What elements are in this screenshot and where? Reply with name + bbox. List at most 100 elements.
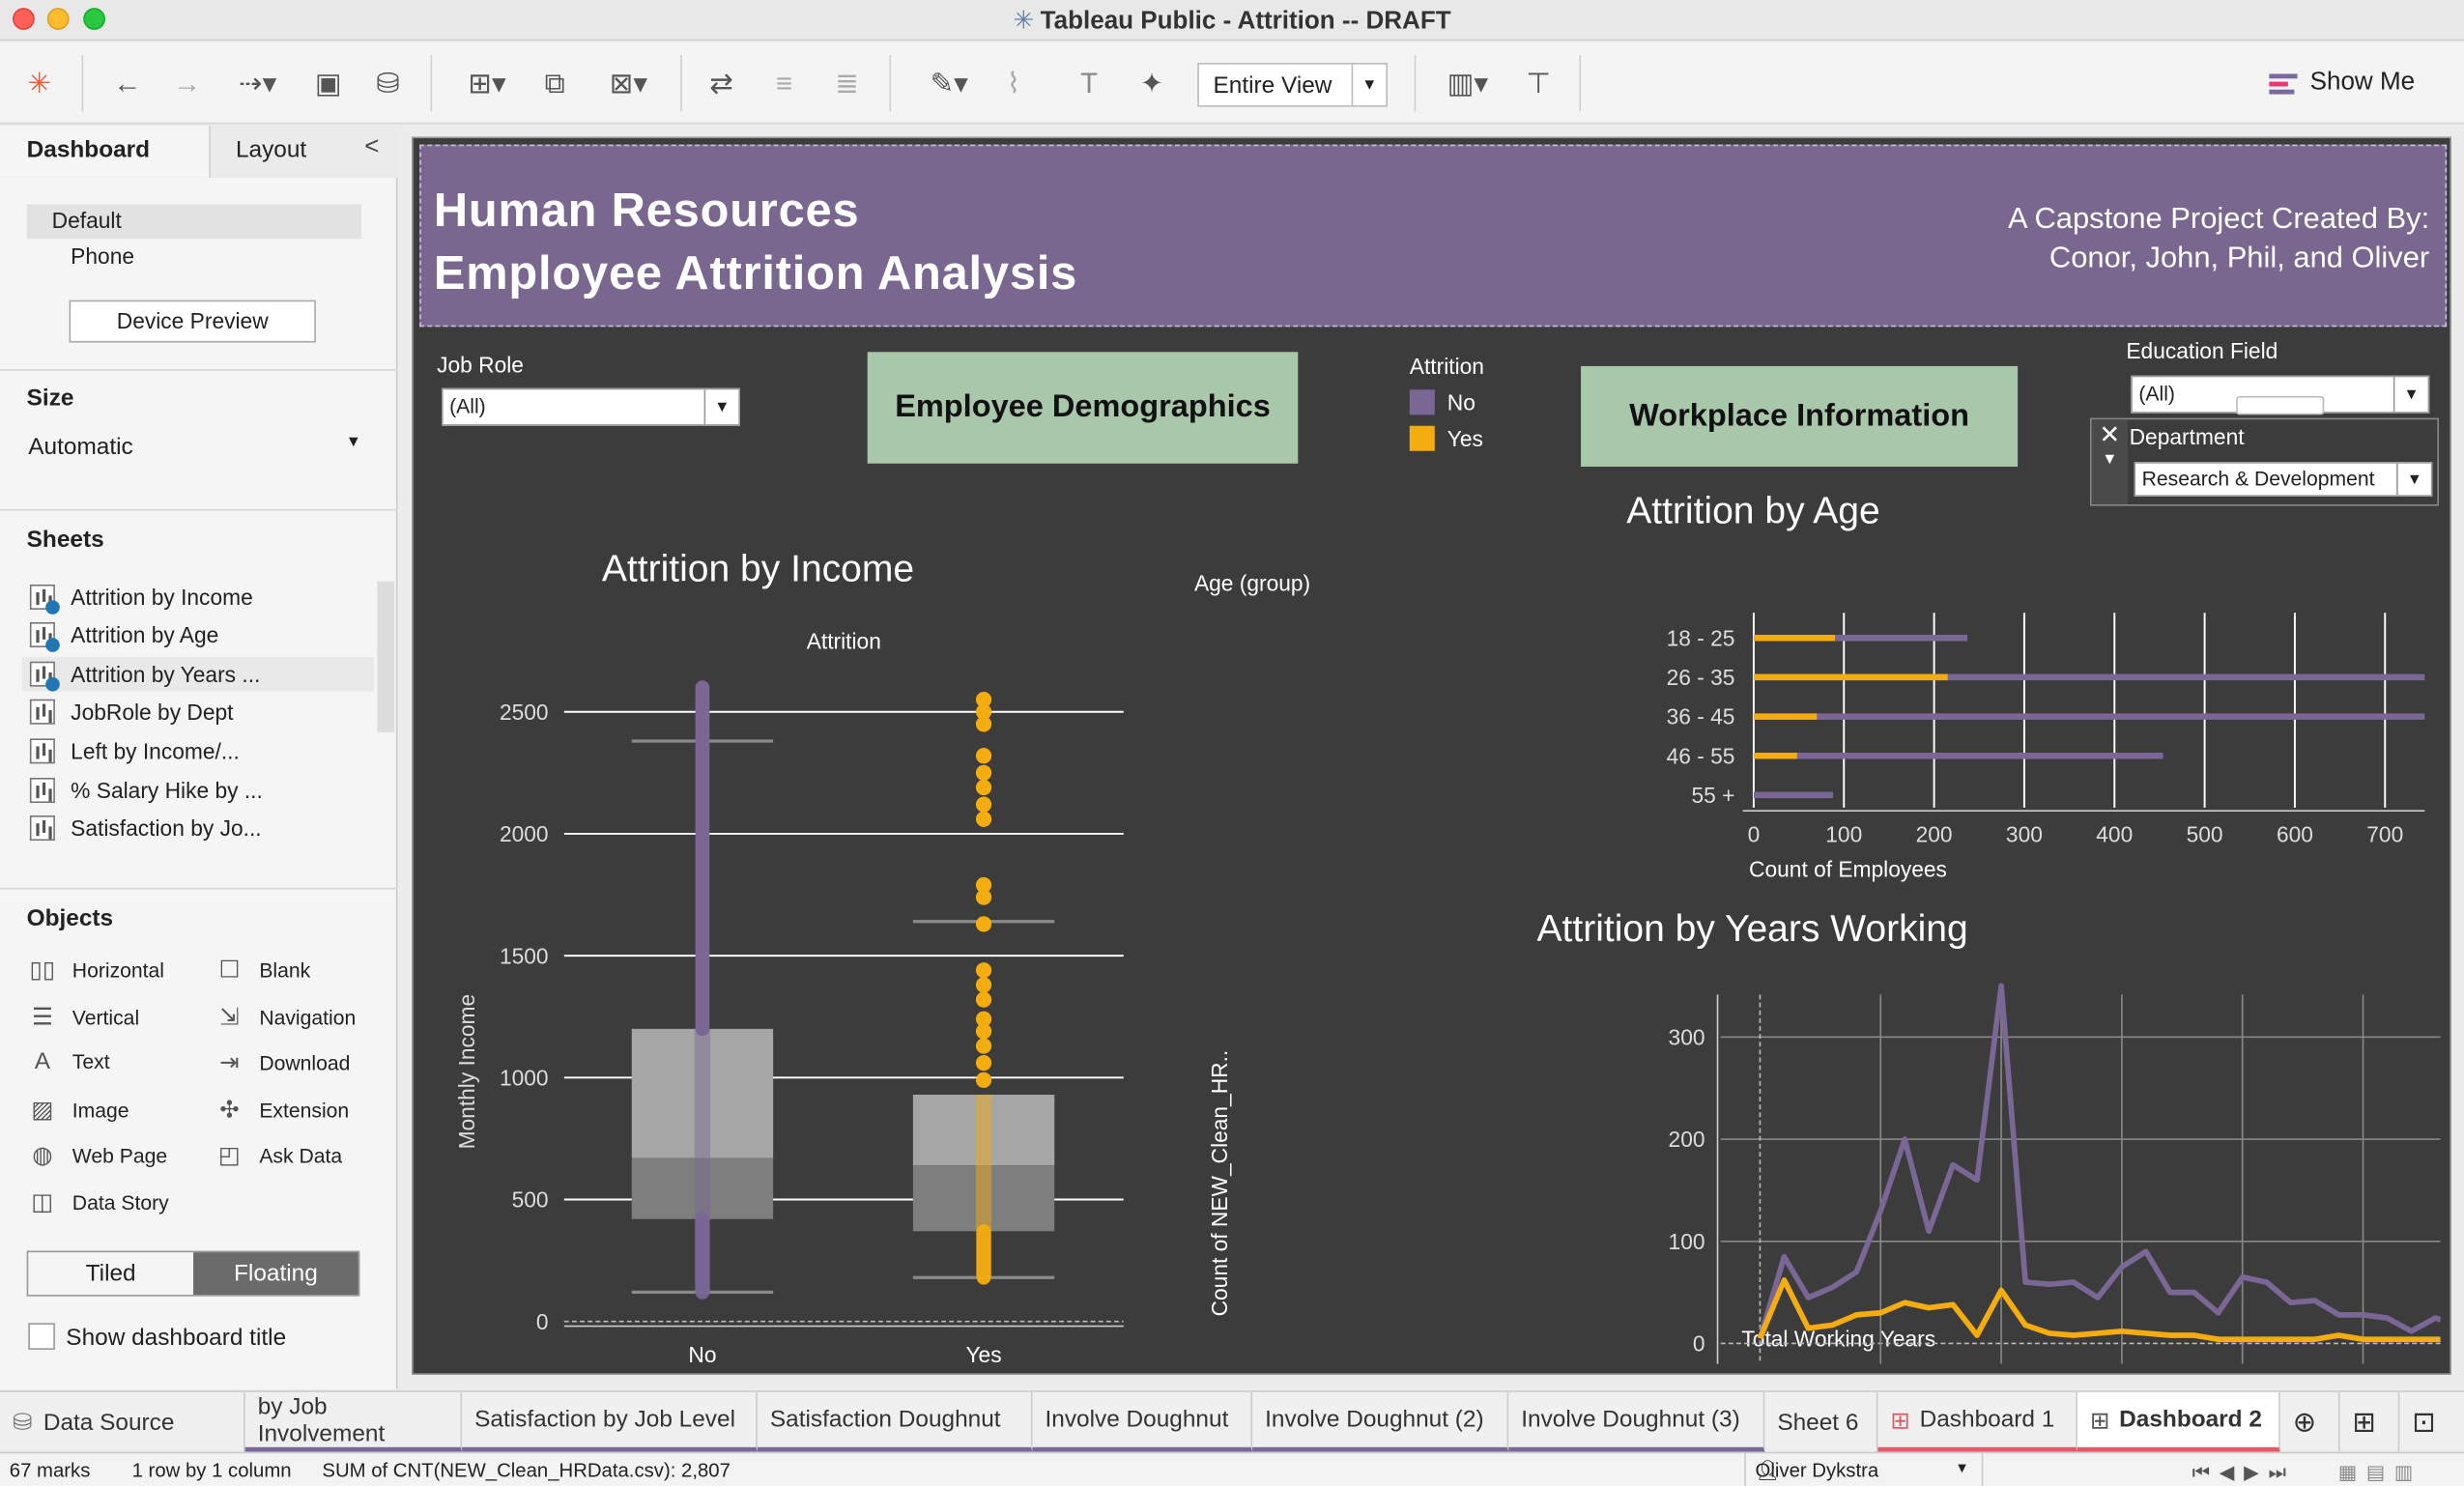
collapse-panel-icon[interactable]: < <box>364 133 379 161</box>
sheet-item[interactable]: % Salary Hike by ... <box>29 773 263 808</box>
device-preview-button[interactable]: Device Preview <box>69 300 316 343</box>
save-icon[interactable]: ▣ <box>308 65 349 102</box>
tab-data-source[interactable]: ⛁ Data Source <box>0 1391 245 1452</box>
object-extension[interactable]: ✣ Extension <box>215 1096 349 1124</box>
fit-view-dropdown[interactable]: Entire View ▼ <box>1197 63 1389 107</box>
years-line-chart[interactable]: Count of NEW_Clean_HR.. Total Working Ye… <box>1184 963 2441 1364</box>
tab-sheet[interactable]: Involve Doughnut (3) <box>1508 1391 1765 1452</box>
sheet-item[interactable]: Attrition by Income <box>29 580 253 614</box>
duplicate-sheet-icon[interactable]: ⧉ <box>534 65 575 102</box>
object-ask-data[interactable]: ◰ Ask Data <box>215 1141 342 1169</box>
view-mode-icon[interactable]: ▦▤▥ <box>2338 1460 2422 1483</box>
object-blank[interactable]: ☐ Blank <box>215 956 310 984</box>
text-icon: A <box>34 1047 51 1075</box>
device-phone[interactable]: Phone <box>71 243 134 269</box>
object-data-story[interactable]: ◫ Data Story <box>28 1187 168 1216</box>
tab-sheet[interactable]: Involve Doughnut <box>1032 1391 1253 1452</box>
new-worksheet-icon[interactable]: ⊕ <box>2280 1391 2340 1452</box>
job-role-filter[interactable]: (All) ▼ <box>441 387 740 426</box>
sort-ascending-icon[interactable]: ≡ <box>763 65 804 102</box>
years-y-label: Count of NEW_Clean_HR.. <box>1207 1050 1232 1317</box>
tab-sheet[interactable]: by Job Involvement <box>244 1391 463 1452</box>
income-y-tick: 0 <box>536 1309 549 1334</box>
show-labels-icon[interactable]: T <box>1069 65 1109 102</box>
size-title: Size <box>26 385 74 413</box>
object-navigation[interactable]: ⇲ Navigation <box>215 1003 356 1031</box>
new-datasource-icon[interactable]: ⛁ <box>368 65 409 102</box>
worksheet-icon <box>29 699 55 725</box>
replay-icon[interactable]: ⇢▾ <box>226 65 289 102</box>
clear-sheet-icon[interactable]: ⊠▾ <box>594 65 664 102</box>
sort-descending-icon[interactable]: ≣ <box>826 65 867 102</box>
legend-item-yes[interactable]: Yes <box>1409 425 1484 451</box>
vertical-container-icon: ☰ <box>31 1004 53 1031</box>
show-me-button[interactable]: Show Me <box>2269 70 2415 98</box>
object-vertical[interactable]: ☰ Vertical <box>28 1003 139 1031</box>
object-web-page[interactable]: ◍ Web Page <box>28 1141 167 1169</box>
tab-dashboard-1[interactable]: ⊞ Dashboard 1 <box>1877 1391 2077 1452</box>
size-dropdown[interactable]: Automatic <box>28 434 132 461</box>
sheet-item[interactable]: Attrition by Years ... <box>21 656 375 692</box>
sheet-item[interactable]: Attrition by Age <box>29 617 218 652</box>
sheet-item[interactable]: JobRole by Dept <box>29 695 234 729</box>
new-worksheet-icon[interactable]: ⊞▾ <box>452 65 522 102</box>
sheet-tabs: ⛁ Data Source by Job Involvement Satisfac… <box>0 1390 2464 1452</box>
nav-employee-demographics-button[interactable]: Employee Demographics <box>867 352 1299 464</box>
group-members-icon[interactable]: ⌇ <box>993 65 1034 102</box>
chevron-down-icon[interactable]: ▼ <box>2092 451 2128 469</box>
sheet-item[interactable]: Left by Income/... <box>29 733 240 768</box>
show-cards-icon[interactable]: ▥▾ <box>1433 65 1503 102</box>
presentation-mode-icon[interactable]: ⊤ <box>1518 65 1559 102</box>
income-outlier-point <box>975 889 992 905</box>
tab-sheet[interactable]: Sheet 6 <box>1764 1391 1878 1452</box>
income-points-in-box <box>975 1094 992 1278</box>
income-outlier-point <box>975 916 992 932</box>
highlight-icon[interactable]: ✎▾ <box>918 65 981 102</box>
sheet-item[interactable]: Satisfaction by Jo... <box>29 811 262 845</box>
income-box-plot[interactable]: Attrition Monthly Income 0 500 1000 1500 200… <box>414 610 1152 1372</box>
income-outlier-point <box>975 796 992 813</box>
drag-handle[interactable] <box>2236 395 2325 415</box>
undo-icon[interactable]: ← <box>107 65 148 102</box>
department-filter[interactable]: Research & Development ▼ <box>2134 462 2433 497</box>
tab-dashboard-2[interactable]: ⊞ Dashboard 2 <box>2077 1391 2280 1452</box>
age-x-label: Count of Employees <box>1749 856 1947 881</box>
age-bar-chart[interactable]: Age (group) Count of Employees 0 100 200 30… <box>1184 555 2425 893</box>
tiled-button[interactable]: Tiled <box>28 1252 193 1295</box>
tab-sheet[interactable]: Satisfaction Doughnut <box>757 1391 1033 1452</box>
income-chart-title: Attrition by Income <box>601 548 915 591</box>
pin-icon[interactable]: ✦ <box>1132 65 1172 102</box>
filter-controls: ✕ ▼ <box>2091 419 2128 505</box>
tableau-logo-icon[interactable]: ✳ <box>19 65 60 102</box>
new-story-icon[interactable]: ⊡ <box>2399 1392 2464 1452</box>
new-dashboard-icon[interactable]: ⊞ <box>2340 1391 2400 1452</box>
floating-button[interactable]: Floating <box>193 1252 358 1296</box>
size-chevron-down-icon[interactable]: ▼ <box>346 434 361 451</box>
sheets-scrollbar[interactable] <box>377 581 395 732</box>
income-outlier-point <box>975 1055 992 1072</box>
tab-sheet[interactable]: Satisfaction by Job Level <box>462 1391 758 1452</box>
extension-icon: ✣ <box>219 1097 240 1124</box>
device-default[interactable]: Default <box>26 204 362 240</box>
income-outlier-point <box>975 811 992 827</box>
user-menu[interactable]: 👤︎ Oliver Dykstra ▼ <box>1744 1453 1984 1486</box>
close-icon[interactable]: ✕ <box>2092 419 2128 451</box>
object-horizontal[interactable]: ▯▯ Horizontal <box>28 956 164 984</box>
swap-icon[interactable]: ⇄ <box>701 65 741 102</box>
object-text[interactable]: A Text <box>28 1047 110 1075</box>
show-dashboard-title-checkbox[interactable] <box>28 1323 55 1350</box>
ask-data-icon: ◰ <box>217 1142 241 1169</box>
age-y-tick: 46 - 55 <box>1667 743 1735 768</box>
redo-icon[interactable]: → <box>166 65 207 102</box>
nav-workplace-information-button[interactable]: Workplace Information <box>1581 365 2019 468</box>
job-role-label: Job Role <box>437 352 524 378</box>
tab-sheet[interactable]: Involve Doughnut (2) <box>1252 1391 1509 1452</box>
years-line-no[interactable] <box>1757 983 2441 1341</box>
income-outlier-point <box>975 977 992 993</box>
tab-dashboard[interactable]: Dashboard <box>0 126 211 178</box>
object-image[interactable]: ▨ Image <box>28 1096 129 1124</box>
sheet-navigation-icon[interactable]: ⏮◀▶⏭ <box>2192 1460 2296 1485</box>
object-download[interactable]: ⇥ Download <box>215 1048 350 1076</box>
tableau-window: ✳ Tableau Public - Attrition -- DRAFT ✳ ←… <box>0 0 2464 1486</box>
legend-item-no[interactable]: No <box>1409 389 1484 415</box>
